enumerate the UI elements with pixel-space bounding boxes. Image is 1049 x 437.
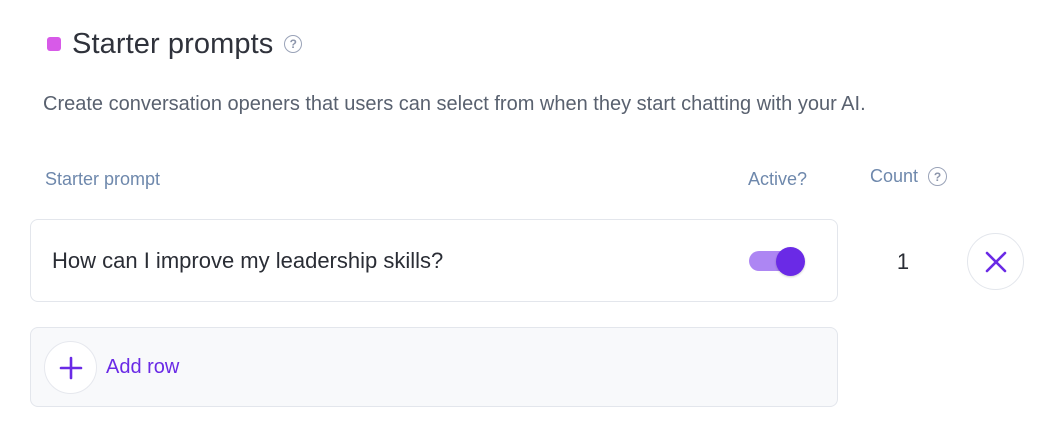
add-icon-circle (44, 341, 97, 394)
section-description: Create conversation openers that users c… (43, 93, 866, 115)
question-circle-icon[interactable]: ? (284, 35, 303, 53)
column-header-active: Active? (748, 169, 808, 189)
question-circle-icon[interactable]: ? (928, 167, 948, 186)
plus-icon (59, 356, 82, 379)
section-accent-marker (47, 37, 61, 51)
prompt-count-value: 1 (896, 249, 910, 274)
toggle-knob (776, 247, 805, 276)
column-header-count: Count ? (870, 166, 948, 187)
active-toggle[interactable] (749, 247, 805, 276)
add-row-label: Add row (106, 356, 180, 378)
column-header-starter-prompt: Starter prompt (45, 169, 161, 189)
column-header-count-label: Count (870, 166, 919, 186)
starter-prompt-text[interactable]: How can I improve my leadership skills? (52, 248, 443, 274)
add-row-button[interactable]: Add row (30, 327, 838, 407)
section-title: Starter prompts (72, 27, 274, 60)
section-header: Starter prompts ? (47, 24, 303, 64)
delete-row-button[interactable] (967, 233, 1024, 290)
starter-prompt-row: How can I improve my leadership skills? (30, 219, 838, 302)
close-icon (985, 251, 1006, 272)
